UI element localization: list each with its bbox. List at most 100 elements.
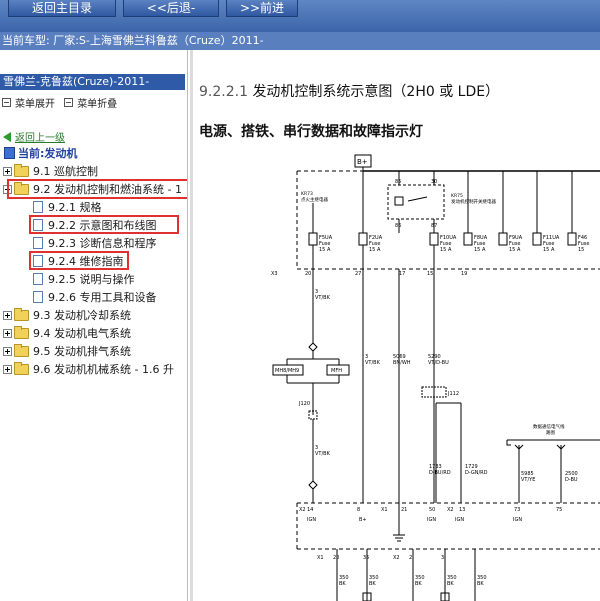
pin-17: 17 [399,271,405,277]
wire-color: VT/D-BU [428,360,449,366]
section-subtitle: 电源、搭铁、串行数据和故障指示灯 [199,124,423,140]
relay-pin-85: 85 [395,179,401,185]
expand-icon[interactable] [3,166,12,176]
tree-item-9-4[interactable]: 9.4 发动机电气系统 [3,325,131,341]
expand-menu[interactable]: 菜单展开 [2,95,55,110]
content-pane: 9.2.2.1 发动机控制系统示意图（2H0 或 LDE） 电源、搭铁、串行数据… [193,50,600,601]
tree-item-label: 9.3 发动机冷却系统 [33,309,131,322]
fuse-f2ua: F2UA Fuse 15 A [358,171,383,253]
bplus-label: B+ [359,517,367,523]
up-link[interactable]: 返回上一级 [15,129,65,144]
status-text: 当前车型: 厂家:S-上海雪佛兰科鲁兹（Cruze）2011- [2,34,264,47]
fuse-f11ua: F11UA Fuse 15 A [532,232,560,253]
ign-label-4: IGN [513,517,522,523]
wire-color: D-BU/RD [429,470,451,476]
current-label: 当前:发动机 [18,147,78,160]
tree-item-9-3[interactable]: 9.3 发动机冷却系统 [3,307,131,323]
fuse-rating: 15 A [440,247,452,253]
connector-x3: X3 [271,271,278,277]
up-link-row[interactable]: 返回上一级 [3,129,65,144]
tree-item-9-2-5[interactable]: 9.2.5 说明与操作 [33,271,135,287]
home-button[interactable]: 返回主目录 [8,0,116,17]
pin-mid-13: 13 [459,507,465,513]
fuse-f8ua: F8UA Fuse 15 A [463,232,488,253]
pin-15: 15 [427,271,433,277]
tree-item-9-2-6[interactable]: 9.2.6 专用工具和设备 [33,289,157,305]
tree-item-9-2-1[interactable]: 9.2.1 规格 [33,199,102,215]
connector-x1: X1 [381,507,388,513]
document-icon [33,273,43,285]
splice-diamond-2 [308,480,318,490]
pin-mid-50: 50 [429,507,435,513]
pin-bottom-2: 2 [409,555,412,561]
highlight-box-9-2-4 [29,251,129,270]
tree-item-label: 9.2.3 诊断信息和程序 [48,237,157,250]
fuse-rating: 15 [578,247,584,253]
fuse-f9ua: F9UA Fuse 15 A [498,232,523,253]
fuse-group: F5UA Fuse 15 A F2UA Fuse 15 A F10UA Fuse… [308,171,589,269]
collapse-menu[interactable]: 菜单折叠 [64,95,117,110]
fuse-rating: 15 A [369,247,381,253]
tree-item-9-2-3[interactable]: 9.2.3 诊断信息和程序 [33,235,157,251]
forward-button[interactable]: >>前进 [226,0,298,17]
current-vehicle-status: 当前车型: 厂家:S-上海雪佛兰科鲁兹（Cruze）2011- [0,32,600,50]
tree-item-label: 9.2.6 专用工具和设备 [48,291,157,304]
folder-icon [14,163,29,177]
pin-bottom-35: 35 [363,555,369,561]
ignition-relay-label-1: KR73 [301,191,313,197]
back-button[interactable]: <<后退- [123,0,219,17]
expand-icon[interactable] [3,310,12,320]
wire-color: D-GN/RD [465,470,488,476]
expand-label: 菜单展开 [15,99,55,110]
serial-label-2: 路图 [546,429,555,436]
back-arrow-icon [3,131,11,142]
j120-label: J120 [298,401,310,407]
ign-label-2: IGN [427,517,436,523]
document-icon [33,291,43,303]
pin-mid-21: 21 [401,507,407,513]
tree-item-label: 9.2.1 规格 [48,201,102,214]
pin-27: 27 [355,271,361,277]
wire-color: VT/BK [315,295,331,301]
mh-label: MH8/MH9 [275,368,299,374]
pin-mid-14: 14 [307,507,313,513]
highlight-box-9-2 [7,179,187,199]
pin-20: 20 [305,271,311,277]
tree-item-9-5[interactable]: 9.5 发动机排气系统 [3,343,131,359]
relay-pin-86: 86 [395,223,401,229]
connector-x1b: X1 [317,555,324,561]
connector-x2c: X2 [393,555,400,561]
ground-wire-color: BK [415,581,422,587]
mfh-label: MFH [331,368,342,374]
fuse-rating: 15 A [509,247,521,253]
collapse-icon [64,98,74,107]
expand-icon[interactable] [3,346,12,356]
pin-19: 19 [461,271,467,277]
section-title: 9.2.2.1 发动机控制系统示意图（2H0 或 LDE） [199,81,499,101]
tree-header: 雪佛兰-克鲁兹(Cruze)-2011- [0,74,185,90]
wire-color: D-BU [565,477,578,483]
fuse-rating: 15 A [474,247,486,253]
section-title-text: 发动机控制系统示意图（2H0 或 LDE） [252,84,500,100]
toolbar: 返回主目录 <<后退- >>前进 [0,0,600,32]
serial-label-1: 数据通信电气线 [533,423,565,430]
wire-color: VT/BK [365,360,381,366]
expand-icon[interactable] [3,328,12,338]
home-button-label: 返回主目录 [31,1,92,15]
folder-icon [14,307,29,321]
tree-item-9-6[interactable]: 9.6 发动机机械系统 - 1.6 升 [3,361,174,377]
pin-mid-73: 73 [514,507,520,513]
wire3b-color: VT/BK [315,451,331,457]
fuse-f46: F46 Fuse 15 [567,232,589,253]
expand-icon[interactable] [3,364,12,374]
tree-item-9-1[interactable]: 9.1 巡航控制 [3,163,98,179]
section-number: 9.2.2.1 [199,84,248,100]
forward-button-label: >>前进 [239,1,285,15]
tree-panel: 雪佛兰-克鲁兹(Cruze)-2011- 菜单展开 菜单折叠 返回上一级 当前:… [0,50,188,601]
relay-coil [394,196,404,206]
document-icon [33,237,43,249]
wire-color: VT/YE [521,477,535,483]
splice-diamond [308,342,318,352]
tree-item-label: 9.4 发动机电气系统 [33,327,131,340]
highlight-box-9-2-2 [29,215,179,234]
